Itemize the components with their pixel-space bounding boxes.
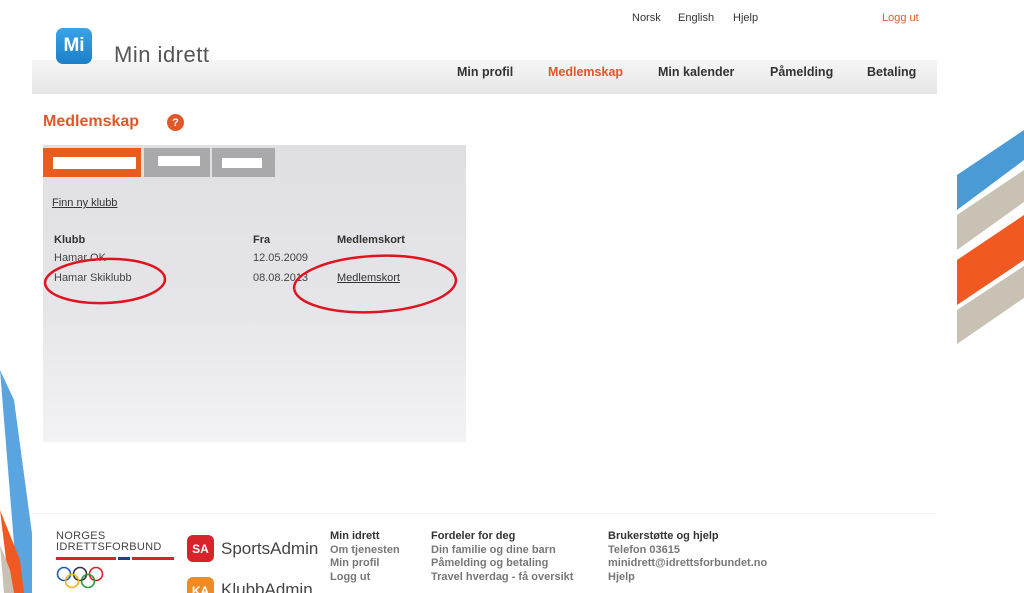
footer-heading: Min idrett xyxy=(330,530,380,542)
tab-3[interactable] xyxy=(212,148,275,177)
nav-min-kalender[interactable]: Min kalender xyxy=(658,65,734,79)
page-container: Norsk English Hjelp Logg ut Mi Min idret… xyxy=(32,0,937,593)
footer-col-brukerstotte: Brukerstøtte og hjelp Telefon 03615 mini… xyxy=(608,530,767,584)
tab-active[interactable] xyxy=(43,148,141,177)
olympic-rings-icon xyxy=(56,566,104,589)
nav-medlemskap[interactable]: Medlemskap xyxy=(548,65,623,79)
nav-pamelding[interactable]: Påmelding xyxy=(770,65,833,79)
tab-2[interactable] xyxy=(144,148,210,177)
klubbadmin-logo-icon[interactable]: KA xyxy=(187,577,214,593)
footer-link[interactable]: Travel hverdag - få oversikt xyxy=(431,571,573,585)
help-icon[interactable]: ? xyxy=(167,114,184,131)
footer-heading: Fordeler for deg xyxy=(431,530,516,542)
help-link[interactable]: Hjelp xyxy=(733,12,758,24)
column-header-klubb: Klubb xyxy=(54,234,86,246)
language-bar: Norsk English Hjelp Logg ut xyxy=(32,12,937,26)
footer-text: Telefon 03615 xyxy=(608,543,680,556)
find-new-club-link[interactable]: Finn ny klubb xyxy=(52,197,117,209)
annotation-circle-club xyxy=(43,257,167,305)
annotation-circle-card xyxy=(292,254,458,314)
min-idrett-logo-icon[interactable]: Mi xyxy=(56,28,92,64)
footer-link[interactable]: Hjelp xyxy=(608,571,767,585)
logout-link[interactable]: Logg ut xyxy=(882,12,919,24)
annotation-circles xyxy=(43,254,458,314)
footer-link[interactable]: Din familie og dine barn xyxy=(431,544,573,558)
footer-col-min-idrett: Min idrett Om tjenesten Min profil Logg … xyxy=(330,530,400,584)
klubbadmin-link[interactable]: KlubbAdmin xyxy=(221,580,313,593)
footer-email-link[interactable]: minidrett@idrettsforbundet.no xyxy=(608,557,767,571)
page-title: Medlemskap xyxy=(43,113,140,130)
footer-link[interactable]: Påmelding og betaling xyxy=(431,557,573,571)
decorative-stripes-right xyxy=(957,130,1024,344)
nav-betaling[interactable]: Betaling xyxy=(867,65,916,79)
redacted-tab-label xyxy=(158,156,200,166)
column-header-fra: Fra xyxy=(253,234,271,246)
sportsadmin-link[interactable]: SportsAdmin xyxy=(221,539,318,559)
sportsadmin-logo-icon[interactable]: SA xyxy=(187,535,214,562)
footer-link[interactable]: Logg ut xyxy=(330,571,400,585)
lang-english-link[interactable]: English xyxy=(678,12,714,24)
footer-link[interactable]: Min profil xyxy=(330,557,400,571)
footer-col-fordeler: Fordeler for deg Din familie og dine bar… xyxy=(431,530,573,584)
lang-norsk-link[interactable]: Norsk xyxy=(632,12,661,24)
app-name[interactable]: Min idrett xyxy=(114,42,209,68)
redacted-tab-label xyxy=(222,158,262,168)
nav-min-profil[interactable]: Min profil xyxy=(457,65,513,79)
norwegian-flag-stripe-icon xyxy=(56,557,174,560)
redacted-tab-label xyxy=(53,157,136,169)
nif-logo[interactable]: NORGES IDRETTSFORBUND xyxy=(56,531,162,553)
footer-heading: Brukerstøtte og hjelp xyxy=(608,530,719,542)
footer-divider xyxy=(32,513,937,514)
footer-link[interactable]: Om tjenesten xyxy=(330,544,400,558)
column-header-medlemskort: Medlemskort xyxy=(337,234,405,246)
nif-line2: IDRETTSFORBUND xyxy=(56,541,162,553)
